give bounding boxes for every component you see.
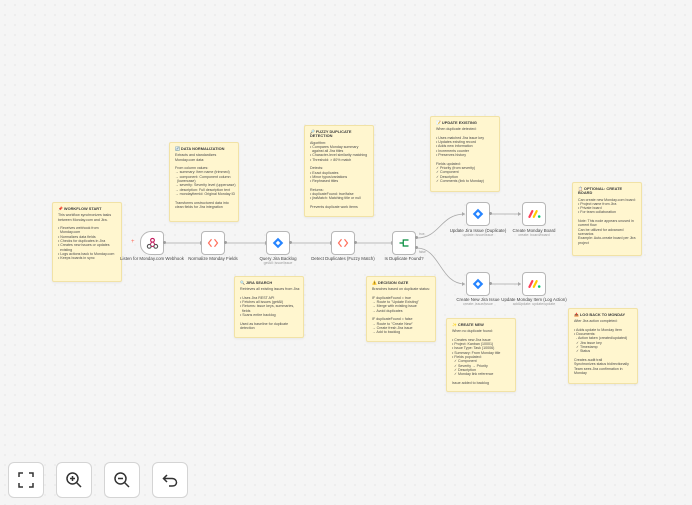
sticky-body: This workflow synchronizes tasks between … <box>58 213 117 260</box>
sticky-note-workflow-start[interactable]: 📌 WORKFLOW START This workflow synchroni… <box>52 202 122 282</box>
fit-view-button[interactable] <box>8 462 44 498</box>
note-line: Example: Auto-create board per Jira <box>578 236 636 241</box>
output-handle[interactable] <box>489 282 492 285</box>
undo-icon <box>162 474 178 487</box>
node-update-jira[interactable] <box>466 202 490 226</box>
node-is-duplicate[interactable] <box>392 231 416 255</box>
sticky-note-data-normalization[interactable]: 🔄 DATA NORMALIZATION Extracts and standa… <box>169 142 239 222</box>
note-line: Synchronizes status bidirectionally <box>574 362 629 367</box>
sticky-title: 🔄 DATA NORMALIZATION <box>175 146 225 151</box>
sticky-title: 🔎 FUZZY DUPLICATE DETECTION <box>310 129 352 139</box>
node-detect-duplicates[interactable] <box>331 231 355 255</box>
sticky-note-decision-gate[interactable]: ⚠️ DECISION GATE Branches based on dupli… <box>366 276 436 342</box>
note-line: Issue added to backlog <box>452 380 489 385</box>
note-line: ✓ Comments (link to Monday) <box>436 178 484 183</box>
sticky-note-update-existing[interactable]: 📝 UPDATE EXISTING When duplicate detecte… <box>430 116 500 192</box>
note-line: project <box>578 240 589 245</box>
sticky-title: 🔍 JIRA SEARCH <box>240 280 273 285</box>
jira-icon <box>472 278 484 290</box>
code-icon <box>207 238 219 248</box>
output-handle[interactable] <box>163 241 166 244</box>
output-handle[interactable] <box>224 241 227 244</box>
zoom-in-icon <box>66 472 82 488</box>
node-label: Update Monday Item (Log Action) addUpdat… <box>489 297 579 307</box>
webhook-icon <box>146 237 158 249</box>
note-line: → Add to backlog <box>372 330 401 335</box>
branch-label-true: true <box>419 232 425 236</box>
note-line: Monday <box>574 370 587 375</box>
sticky-body: Extracts and standardizes Monday.com data… <box>175 153 236 209</box>
output-handle[interactable] <box>354 241 357 244</box>
sticky-note-create-new[interactable]: ✨ CREATE NEW When no duplicate found: • C… <box>446 318 516 392</box>
output-handle-false[interactable] <box>415 246 418 249</box>
sticky-body: After Jira action completed: • Adds updat… <box>574 319 633 375</box>
sticky-body: Can create new Monday.com board: • Projec… <box>578 198 637 245</box>
sticky-title: 📋 OPTIONAL: CREATE BOARD <box>578 186 623 196</box>
node-label: Create Monday Board create: board/board <box>489 228 579 238</box>
code-icon <box>337 238 349 248</box>
undo-button[interactable] <box>152 462 188 498</box>
node-create-jira[interactable] <box>466 272 490 296</box>
node-subtitle: addUpdate: update/update <box>512 302 556 306</box>
node-label: Is Duplicate Found? <box>384 256 424 261</box>
note-line: → mondayItemId: Original Monday ID <box>175 191 236 196</box>
sticky-note-log-back[interactable]: 📤 LOG BACK TO MONDAY After Jira action c… <box>568 308 638 384</box>
sticky-body: Retrieves all existing issues from Jira:… <box>240 287 301 330</box>
sticky-note-jira-search[interactable]: 🔍 JIRA SEARCH Retrieves all existing iss… <box>234 276 304 338</box>
node-query-jira[interactable] <box>266 231 290 255</box>
add-trigger-plus-icon[interactable]: + <box>131 239 135 245</box>
note-line: This workflow synchronizes tasks <box>58 213 112 218</box>
fit-view-icon <box>18 472 34 488</box>
sticky-note-fuzzy-detection[interactable]: 🔎 FUZZY DUPLICATE DETECTION Algorithm: • … <box>304 125 374 217</box>
zoom-in-button[interactable] <box>56 462 92 498</box>
sticky-body: Branches based on duplicate status: IF du… <box>372 287 431 334</box>
sticky-title: 📤 LOG BACK TO MONDAY <box>574 312 626 317</box>
note-line: Prevents duplicate work items <box>310 205 358 210</box>
node-subtitle: create: board/board <box>518 233 550 237</box>
node-normalize[interactable] <box>201 231 225 255</box>
branch-label-false: false <box>419 250 426 254</box>
note-line: detection <box>240 325 255 330</box>
monday-icon <box>527 280 540 288</box>
sticky-title: ⚠️ DECISION GATE <box>372 280 409 285</box>
output-handle[interactable] <box>489 212 492 215</box>
note-line: • jiraMatch: Matching title or null <box>310 196 361 201</box>
sticky-title: 📝 UPDATE EXISTING <box>436 120 477 125</box>
node-webhook[interactable] <box>140 231 164 255</box>
node-subtitle: getAll: issue/issue <box>263 261 293 265</box>
if-icon <box>399 239 409 247</box>
node-create-monday-board[interactable] <box>522 202 546 226</box>
output-handle[interactable] <box>289 241 292 244</box>
zoom-out-icon <box>114 472 130 488</box>
monday-icon <box>527 210 540 218</box>
sticky-body: Algorithm: • Compares Monday summary agai… <box>310 141 369 210</box>
sticky-body: When duplicate detected: • Uses matched J… <box>436 127 495 183</box>
sticky-note-optional-board[interactable]: 📋 OPTIONAL: CREATE BOARD Can create new … <box>572 182 642 256</box>
output-handle-true[interactable] <box>415 236 418 239</box>
note-line: clean fields for Jira integration <box>175 204 223 209</box>
node-update-monday[interactable] <box>522 272 546 296</box>
zoom-out-button[interactable] <box>104 462 140 498</box>
jira-icon <box>472 208 484 220</box>
sticky-title: ✨ CREATE NEW <box>452 322 484 327</box>
sticky-title: 📌 WORKFLOW START <box>58 206 102 211</box>
sticky-body: When no duplicate found: • Creates new Ji… <box>452 329 511 385</box>
jira-icon <box>272 237 284 249</box>
note-line: Branches based on duplicate status: <box>372 287 430 292</box>
note-line: Retrieves all existing issues from Jira: <box>240 287 301 292</box>
